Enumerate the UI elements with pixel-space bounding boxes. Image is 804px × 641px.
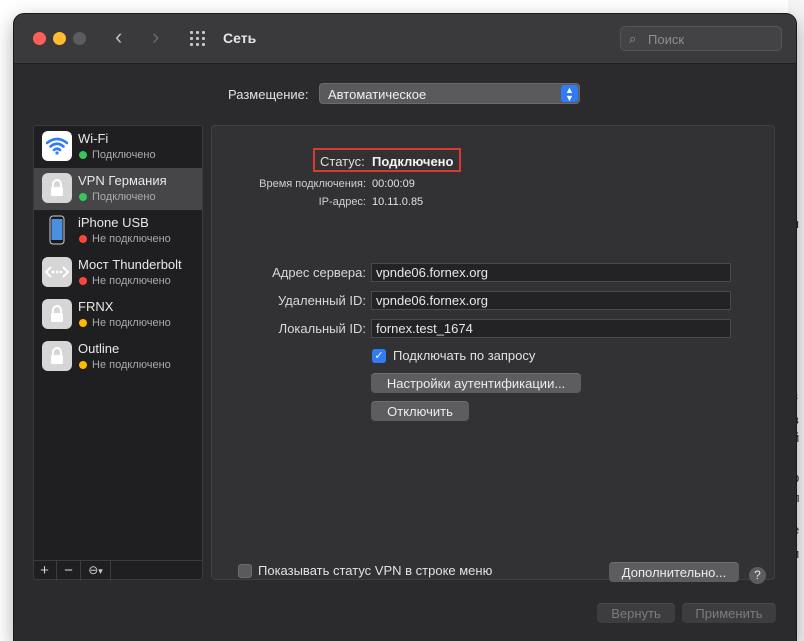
remote-id-field[interactable]: vpnde06.fornex.org [371,291,731,310]
add-service-button[interactable]: + [33,561,57,581]
back-arrow-icon[interactable]: ‹ [115,26,122,48]
service-item-frnx[interactable]: FRNX Не подключено [34,294,202,336]
lock-icon [42,173,72,203]
service-status: Не подключено [92,233,171,245]
chevron-down-icon: ▾ [98,566,103,576]
lock-icon [42,341,72,371]
service-item-thunderbolt-bridge[interactable]: Мост Thunderbolt Не подключено [34,252,202,294]
select-stepper-icon: ▲ ▼ [561,85,578,103]
disconnect-button[interactable]: Отключить [371,401,469,421]
status-dot-icon [79,361,87,369]
advanced-button[interactable]: Дополнительно... [609,562,739,582]
connect-on-demand-label: Подключать по запросу [393,348,536,363]
status-dot-icon [79,235,87,243]
window-title: Сеть [223,30,257,46]
status-highlight: Статус: Подключено [313,148,461,172]
location-label: Размещение: [228,87,309,102]
wifi-icon [42,131,72,161]
apply-button[interactable]: Применить [682,603,776,623]
ip-value: 10.11.0.85 [372,196,424,208]
location-select[interactable]: Автоматическое ▲ ▼ [319,83,580,104]
search-field[interactable]: ⌕ [620,26,782,51]
help-button[interactable]: ? [749,567,766,584]
service-item-vpn-germany[interactable]: VPN Германия Подключено [34,168,202,210]
service-item-iphone-usb[interactable]: iPhone USB Не подключено [34,210,202,252]
show-vpn-status-label: Показывать статус VPN в строке меню [258,563,493,578]
service-name: Outline [78,341,120,356]
network-preferences-window: ‹ › Сеть ⌕ Размещение: Автоматическое ▲▼ [14,14,796,641]
service-item-wifi[interactable]: Wi-Fi Подключено [34,126,202,168]
action-gear-icon: ⊖ [88,563,99,577]
service-status: Не подключено [92,317,171,329]
service-item-outline[interactable]: Outline Не подключено [34,336,202,378]
service-list: Wi-Fi Подключено VPN Германия Подключено [33,125,203,580]
status-dot-icon [79,277,87,285]
zoom-window-button[interactable] [73,32,86,45]
thunderbolt-bridge-icon [42,257,72,287]
remove-service-button[interactable]: − [57,561,81,581]
show-vpn-status-checkbox[interactable] [238,564,252,578]
local-id-label: Локальный ID: [278,321,366,336]
forward-arrow-icon[interactable]: › [152,26,159,48]
status-dot-icon [79,319,87,327]
service-status: Не подключено [92,275,171,287]
status-dot-icon [79,151,87,159]
auth-settings-button[interactable]: Настройки аутентификации... [371,373,581,393]
server-address-field[interactable]: vpnde06.fornex.org [371,263,731,282]
location-value: Автоматическое [328,87,427,102]
search-icon: ⌕ [629,31,637,46]
service-list-toolbar: + − ⊖▾ [33,560,203,581]
minimize-window-button[interactable] [53,32,66,45]
service-status: Не подключено [92,359,171,371]
iphone-icon [42,215,72,245]
close-window-button[interactable] [33,32,46,45]
remote-id-label: Удаленный ID: [277,293,366,308]
local-id-field[interactable]: fornex.test_1674 [371,319,731,338]
vpn-detail-panel: Статус: Подключено Время подключения: 00… [211,125,775,584]
revert-button[interactable]: Вернуть [597,603,675,623]
service-name: Мост Thunderbolt [78,257,182,272]
service-name: Wi-Fi [78,131,109,146]
service-name: iPhone USB [78,215,149,230]
server-address-label: Адрес сервера: [272,265,366,280]
connect-time-value: 00:00:09 [372,178,415,190]
service-name: VPN Германия [78,173,167,188]
show-all-grid-icon[interactable] [190,31,208,47]
action-menu-button[interactable]: ⊖▾ [81,561,111,581]
service-status: Подключено [92,149,156,161]
service-status: Подключено [92,191,156,203]
lock-icon [42,299,72,329]
connect-time-label: Время подключения: [259,178,366,190]
status-label: Статус: [320,154,365,169]
ip-label: IP-адрес: [318,196,366,208]
status-value: Подключено [372,154,454,169]
search-input[interactable] [648,30,773,48]
connect-on-demand-checkbox[interactable]: ✓ [372,349,386,363]
service-name: FRNX [78,299,114,314]
title-bar: ‹ › Сеть ⌕ [14,14,796,64]
status-dot-icon [79,193,87,201]
